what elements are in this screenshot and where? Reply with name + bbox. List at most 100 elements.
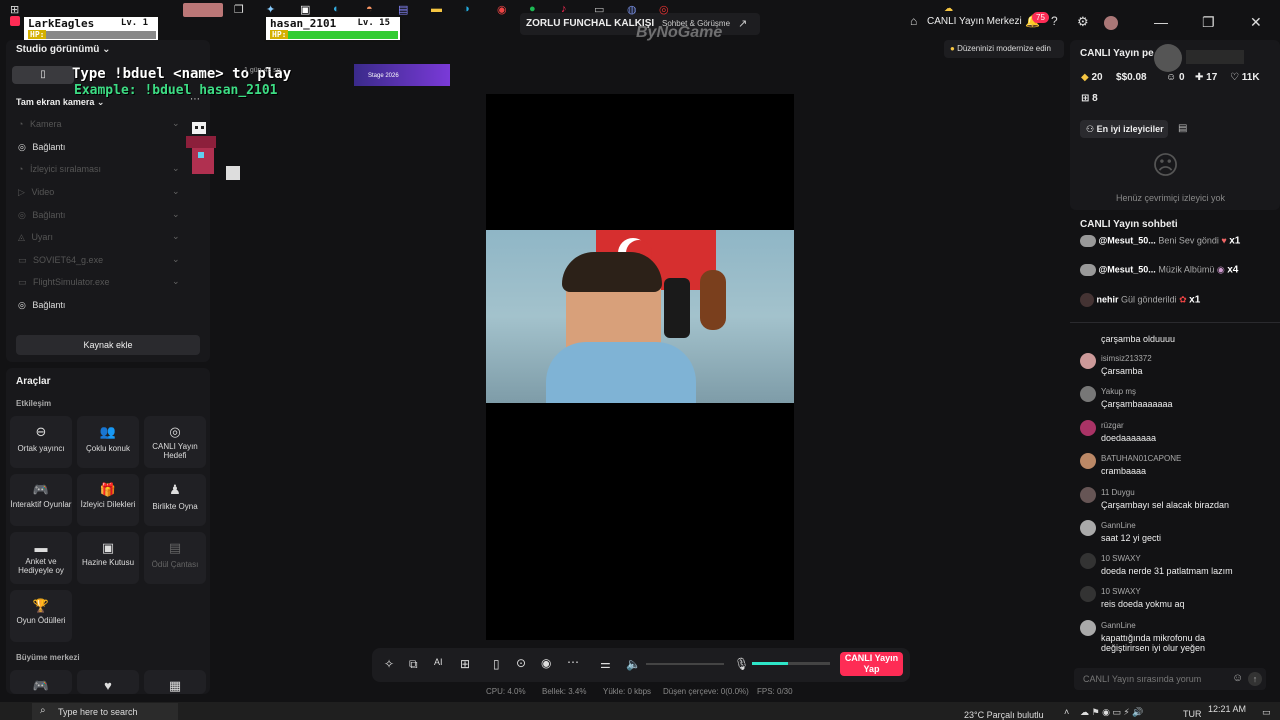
spotify-icon[interactable]: ● [529,3,536,15]
magic-wand-icon[interactable]: ✧ [384,657,394,671]
box-icon: ▦ [168,678,182,693]
stage-banner: Stage 2026 [354,64,450,86]
language-indicator[interactable]: TUR [1183,709,1202,719]
modernize-tip[interactable]: ● Düzeninizi modernize edin [944,40,1064,58]
app-icon[interactable]: ▤ [398,3,408,16]
share-icon[interactable]: ↗ [738,17,747,30]
tray-chevron-icon[interactable]: ˄ [1064,707,1069,717]
tool-live-goal[interactable]: ◎ CANLI Yayın Hedefi [144,416,206,468]
tool-viewer-wishes[interactable]: 🎁 İzleyici Dilekleri [77,474,139,526]
help-icon[interactable]: ? [1051,14,1058,28]
source-item[interactable]: ◔ Kamera [18,119,61,129]
capture-icon[interactable]: ◉ [541,656,551,670]
avatar[interactable] [1104,16,1118,30]
weather-icon[interactable]: ☁ [944,3,953,14]
notification-icon[interactable]: ▭ [1262,707,1271,718]
weather-text[interactable]: 23°C Parçalı bulutlu [964,710,1044,720]
more-icon[interactable]: ⋯ [567,655,579,669]
portrait-icon[interactable]: ▯ [493,657,500,671]
live-center-link[interactable]: CANLI Yayın Merkezi [927,16,1022,27]
volume-icon[interactable]: 🔈 [626,657,641,671]
task-view-icon[interactable]: ❐ [234,3,244,16]
windows-start-icon[interactable]: ⊞ [10,3,19,16]
record-icon[interactable]: ⊙ [516,656,526,670]
chevron-down-icon[interactable]: ⌄ [172,163,180,174]
chat-input[interactable]: CANLI Yayın sırasında yorum ☺ ↑ [1074,668,1266,690]
microphone-icon[interactable]: 🎙 [734,657,749,671]
mic-slider[interactable] [752,662,830,665]
add-source-button[interactable]: Kaynak ekle [16,335,200,355]
edge-icon[interactable]: ◐ [333,3,340,15]
settings-icon[interactable]: ⚙ [1077,14,1089,30]
source-item[interactable]: ◬ Uyarı [18,232,53,243]
gift-icon: 🎁 [99,482,117,497]
chevron-down-icon[interactable]: ⌄ [172,276,180,287]
source-item[interactable]: ◎ Bağlantı [18,142,65,153]
source-item[interactable]: ◎ Bağlantı [18,300,65,311]
tiktok-icon[interactable]: ♪ [561,3,567,15]
emoji-icon[interactable]: ☺ [1232,672,1243,684]
avatar [1080,453,1096,469]
tool-poll[interactable]: ▬ Anket ve Hediyeyle oy [10,532,72,584]
top-viewers-tab[interactable]: ⚇ En iyi izleyiciler [1080,120,1168,138]
chrome-icon[interactable]: ◎ [659,3,669,16]
app-icon[interactable]: ▭ [594,3,604,16]
chevron-down-icon[interactable]: ⌄ [172,209,180,220]
clock[interactable]: 12:21 AM [1208,704,1246,714]
leaderboard-icon[interactable]: ▤ [1178,123,1187,134]
scene-dropdown[interactable]: Tam ekran kamera ⌄ [16,97,104,108]
folder-icon[interactable]: ▬ [431,3,442,15]
store-icon[interactable]: ▣ [300,3,310,16]
layers-icon[interactable]: ⧉ [409,657,418,672]
tool-growth-2[interactable]: ♥ [77,670,139,694]
tray-icons[interactable]: ☁ ⚑ ◉ ▭ ⚡ 🔊 [1080,707,1143,718]
app-icon[interactable]: ◓ [366,3,373,15]
taskbar-search[interactable]: ⌕ Type here to search [32,703,178,720]
ai-icon[interactable]: AI [434,657,443,667]
chat-message: 10 SWAXY reis doeda yokmu aq [1080,586,1275,614]
tool-label: Anket ve Hediyeyle oy [18,557,64,575]
studio-view-dropdown[interactable]: Studio görünümü ⌄ [16,44,111,55]
close-icon[interactable]: ✕ [1250,14,1262,31]
edge-icon[interactable]: ◑ [463,3,470,15]
tool-growth-3[interactable]: ▦ [144,670,206,694]
source-item[interactable]: ◔ İzleyici sıralaması [18,164,101,174]
portrait-toggle[interactable]: ▯ [12,66,74,84]
chevron-down-icon[interactable]: ⌄ [172,231,180,242]
users-icon: 👥 [99,424,117,439]
live-title: CANLI Yayın pe [1080,48,1154,59]
screen-add-icon[interactable]: ⊞ [460,657,470,671]
chevron-down-icon[interactable]: ⌄ [172,118,180,129]
tool-treasure-box[interactable]: ▣ Hazine Kutusu [77,532,139,584]
copilot-icon[interactable]: ✦ [266,3,275,16]
pixel-pirate-sprite [186,122,222,174]
home-icon[interactable]: ⌂ [910,14,917,28]
tool-growth-1[interactable]: 🎮 [10,670,72,694]
minimize-icon[interactable]: — [1154,14,1168,30]
chat-text: crambaaaa [1101,466,1147,476]
chevron-down-icon[interactable]: ⌄ [172,254,180,265]
obs-icon[interactable]: ◉ [497,3,507,16]
lightbulb-icon: ● [950,44,955,53]
volume-slider[interactable] [646,663,724,665]
tool-play-together[interactable]: ♟ Birlikte Oyna [144,474,206,526]
camera-feed[interactable] [486,230,794,403]
tool-game-rewards[interactable]: 🏆 Oyun Ödülleri [10,590,72,642]
chevron-down-icon[interactable]: ⌄ [172,186,180,197]
studio-view-label: Studio görünümü [16,44,100,55]
chat-message: isimsiz213372 Çarsamba [1080,353,1275,381]
widgets-icon[interactable] [183,3,223,17]
chat-message: GannLine kapattığında mikrofonu da değişt… [1080,620,1275,660]
tool-interactive-games[interactable]: 🎮 İnteraktif Oyunlar [10,474,72,526]
source-item[interactable]: ▷ Video [18,187,54,198]
source-item[interactable]: ◎ Bağlantı [18,210,65,221]
maximize-icon[interactable]: ❐ [1202,14,1215,31]
discord-icon[interactable]: ◍ [627,3,637,16]
go-live-button[interactable]: CANLI Yayın Yap [840,652,903,676]
tool-multiguest[interactable]: 👥 Çoklu konuk [77,416,139,468]
sliders-icon[interactable]: ⚌ [600,657,611,671]
send-icon[interactable]: ↑ [1248,672,1262,686]
tool-cohost[interactable]: ⊖ Ortak yayıncı [10,416,72,468]
source-item[interactable]: ▭ SOVIET64_g.exe [18,255,103,266]
source-item[interactable]: ▭ FlightSimulator.exe [18,277,110,288]
